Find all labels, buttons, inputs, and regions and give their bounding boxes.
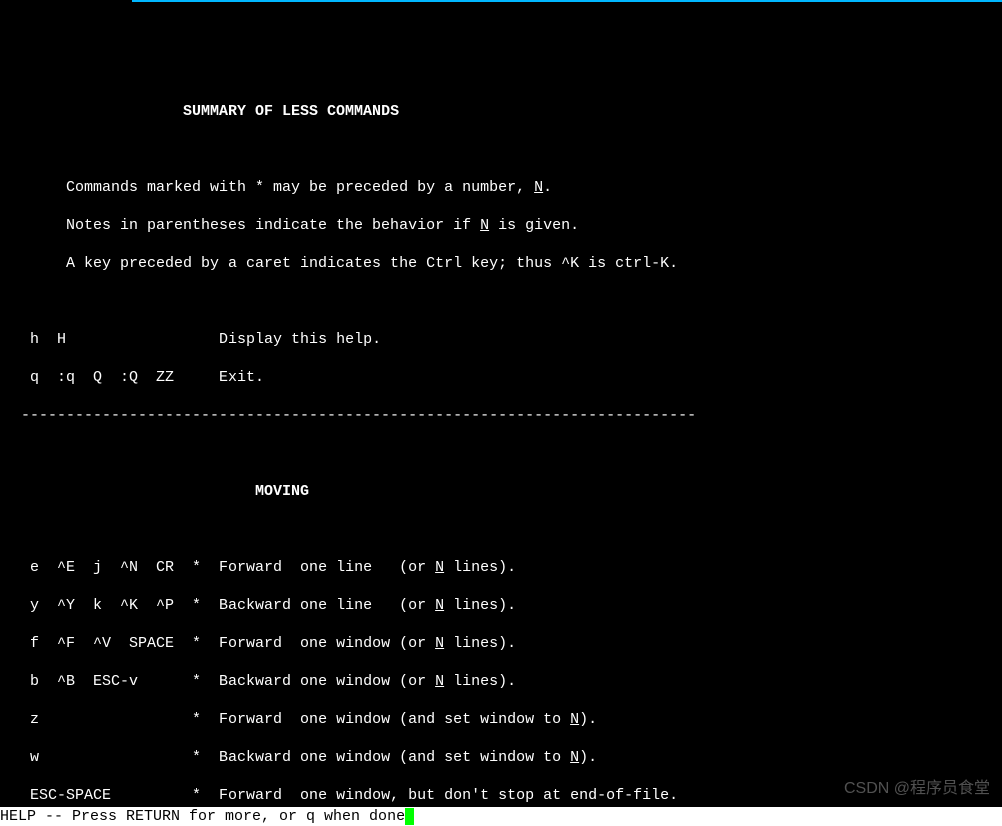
blank [12,444,1002,463]
intro-line-3: A key preceded by a caret indicates the … [12,254,1002,273]
status-text: HELP -- Press RETURN for more, or q when… [0,808,405,825]
divider: ----------------------------------------… [12,406,1002,425]
intro-line-1: Commands marked with * may be preceded b… [12,178,1002,197]
cmd-quit: q :q Q :Q ZZ Exit. [12,368,1002,387]
cmd-z: z * Forward one window (and set window t… [12,710,1002,729]
blank [12,140,1002,159]
cmd-y: y ^Y k ^K ^P * Backward one line (or N l… [12,596,1002,615]
terminal-screen[interactable]: SUMMARY OF LESS COMMANDS Commands marked… [0,0,1002,826]
cmd-help: h H Display this help. [12,330,1002,349]
window-accent [132,0,1002,2]
status-bar[interactable]: HELP -- Press RETURN for more, or q when… [0,807,1002,826]
heading-summary: SUMMARY OF LESS COMMANDS [12,102,1002,121]
cmd-b: b ^B ESC-v * Backward one window (or N l… [12,672,1002,691]
cmd-w: w * Backward one window (and set window … [12,748,1002,767]
blank [12,292,1002,311]
watermark: CSDN @程序员食堂 [844,779,990,798]
terminal-content: SUMMARY OF LESS COMMANDS Commands marked… [0,57,1002,826]
cmd-e: e ^E j ^N CR * Forward one line (or N li… [12,558,1002,577]
blank [12,520,1002,539]
cursor [405,808,414,825]
cmd-f: f ^F ^V SPACE * Forward one window (or N… [12,634,1002,653]
intro-line-2: Notes in parentheses indicate the behavi… [12,216,1002,235]
heading-moving: MOVING [12,482,1002,501]
